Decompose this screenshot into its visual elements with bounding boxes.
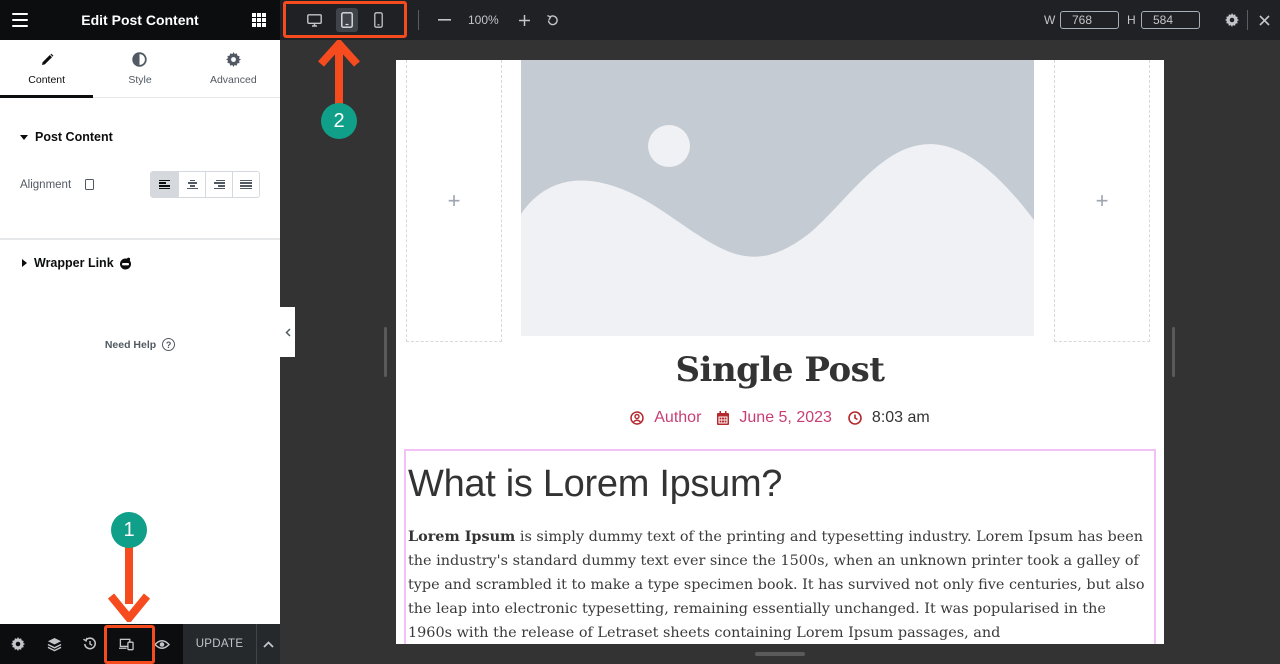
- section-wrapper-link[interactable]: Wrapper Link: [20, 256, 132, 270]
- align-center-button[interactable]: [178, 172, 205, 197]
- plus-icon: [518, 14, 530, 26]
- content-heading: What is Lorem Ipsum?: [408, 463, 783, 505]
- calendar-icon: [717, 411, 730, 425]
- author-name: Author: [654, 409, 702, 426]
- zoom-out-button[interactable]: [434, 10, 454, 30]
- alignment-button-group: [150, 171, 260, 198]
- navigator-button[interactable]: [36, 624, 72, 664]
- history-icon: [83, 637, 96, 650]
- tab-content[interactable]: Content: [0, 40, 94, 98]
- pro-badge-icon: [119, 257, 132, 270]
- meta-author[interactable]: Author: [630, 409, 701, 427]
- eye-icon: [154, 639, 170, 649]
- alignment-label: Alignment: [20, 178, 72, 191]
- align-right-icon: [213, 179, 225, 190]
- width-input[interactable]: [1060, 11, 1119, 29]
- empty-column-add[interactable]: +: [406, 60, 502, 342]
- user-circle-icon: [630, 411, 644, 425]
- align-center-icon: [186, 179, 198, 190]
- align-right-button[interactable]: [205, 172, 232, 197]
- reset-icon: [546, 14, 558, 26]
- height-label: H: [1127, 13, 1136, 27]
- align-left-icon: [159, 179, 170, 190]
- meta-date[interactable]: June 5, 2023: [717, 409, 832, 427]
- paragraph-text: is simply dummy text of the printing and…: [408, 529, 1145, 641]
- tab-label: Style: [128, 73, 152, 86]
- zoom-in-button[interactable]: [514, 10, 534, 30]
- history-button[interactable]: [72, 624, 108, 664]
- toolbar-separator: [418, 10, 419, 30]
- paragraph-bold: Lorem Ipsum: [408, 528, 516, 545]
- section-title: Wrapper Link: [34, 256, 114, 270]
- update-button[interactable]: UPDATE: [183, 624, 256, 664]
- step-badge-2: 2: [321, 103, 357, 139]
- post-time: 8:03 am: [871, 409, 930, 426]
- highlight-device-switcher: [283, 1, 407, 38]
- tab-style[interactable]: Style: [93, 40, 186, 97]
- caret-right-icon: [22, 259, 27, 267]
- post-meta: Author June 5, 2023 8:03 am: [396, 409, 1164, 427]
- meta-time: 8:03 am: [848, 409, 930, 427]
- gear-icon: [11, 637, 25, 651]
- clock-icon: [848, 411, 862, 425]
- reset-zoom-button[interactable]: [542, 10, 562, 30]
- align-left-button[interactable]: [151, 172, 178, 197]
- panel-tabs: Content Style Advanced: [0, 40, 280, 98]
- settings-button[interactable]: [0, 624, 36, 664]
- resize-handle-left[interactable]: [384, 327, 387, 377]
- layers-icon: [47, 637, 61, 651]
- caret-down-icon: [20, 134, 28, 140]
- empty-column-add[interactable]: +: [1054, 60, 1150, 342]
- width-label: W: [1044, 13, 1056, 27]
- tablet-responsive-icon[interactable]: [85, 179, 95, 190]
- tab-label: Advanced: [209, 73, 257, 86]
- post-date: June 5, 2023: [739, 409, 832, 426]
- content-paragraph: Lorem Ipsum is simply dummy text of the …: [408, 525, 1153, 644]
- toolbar-separator: [1247, 10, 1248, 30]
- align-justify-button[interactable]: [232, 172, 259, 197]
- tab-label: Content: [28, 73, 66, 86]
- chevron-up-icon: [263, 640, 274, 648]
- menu-icon[interactable]: [12, 13, 28, 27]
- section-post-content[interactable]: Post Content: [20, 130, 113, 144]
- half-circle-icon: [132, 52, 148, 68]
- close-responsive-button[interactable]: [1254, 10, 1274, 30]
- resize-handle-bottom[interactable]: [755, 652, 805, 656]
- arrow-down-annotation: [108, 544, 150, 622]
- gear-icon: [1225, 13, 1239, 27]
- alignment-control: Alignment: [20, 171, 260, 198]
- pencil-icon: [40, 52, 54, 68]
- close-icon: [1258, 14, 1270, 26]
- need-help-label: Need Help: [104, 338, 157, 351]
- image-placeholder[interactable]: [521, 60, 1034, 336]
- chevron-left-icon: [284, 327, 291, 337]
- gear-icon: [225, 52, 241, 68]
- responsive-settings-button[interactable]: [1222, 10, 1242, 30]
- highlight-responsive-button: [104, 625, 155, 664]
- resize-handle-right[interactable]: [1172, 327, 1175, 377]
- step-badge-1: 1: [111, 512, 147, 548]
- align-justify-icon: [240, 179, 252, 190]
- responsive-topbar: 100% W H: [280, 0, 1280, 40]
- update-options-button[interactable]: [256, 624, 280, 664]
- post-title: Single Post: [675, 350, 885, 390]
- plus-icon: +: [447, 187, 461, 213]
- post-content-widget[interactable]: What is Lorem Ipsum? Lorem Ipsum is simp…: [404, 449, 1156, 644]
- need-help-link[interactable]: Need Help ?: [0, 338, 280, 351]
- plus-icon: +: [1095, 187, 1109, 213]
- section-divider: [0, 238, 280, 240]
- collapse-panel-button[interactable]: [280, 307, 295, 357]
- panel-title: Edit Post Content: [81, 12, 199, 28]
- section-title: Post Content: [35, 130, 113, 144]
- help-circle-icon: ?: [162, 338, 176, 351]
- minus-icon: [437, 19, 451, 21]
- height-input[interactable]: [1141, 11, 1200, 29]
- panel-header: Edit Post Content: [0, 0, 280, 40]
- tab-advanced[interactable]: Advanced: [187, 40, 280, 97]
- widgets-grid-icon[interactable]: [252, 13, 266, 27]
- elementor-editor: Edit Post Content Content Style Advanced…: [0, 0, 1280, 664]
- zoom-level: 100%: [468, 13, 499, 27]
- preview-canvas: + + Single Post Author June 5, 2023 8:03…: [396, 60, 1164, 644]
